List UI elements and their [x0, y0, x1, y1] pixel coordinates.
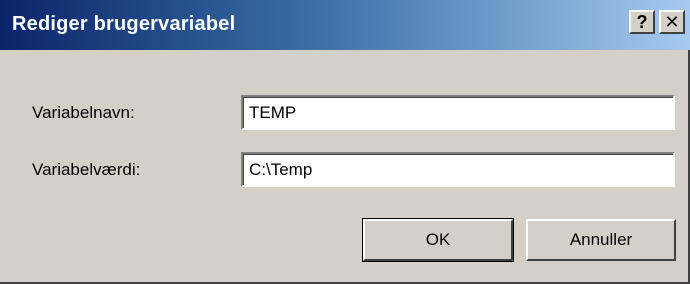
- ok-button[interactable]: OK: [362, 218, 514, 262]
- variable-value-label: Variabelværdi:: [32, 160, 141, 179]
- title-bar[interactable]: Rediger brugervariabel ? ✕: [0, 0, 690, 50]
- help-button[interactable]: ?: [629, 10, 655, 34]
- edit-user-variable-dialog: Rediger brugervariabel ? ✕ Variabelnavn:…: [0, 0, 690, 284]
- close-icon: ✕: [664, 12, 680, 32]
- close-button[interactable]: ✕: [659, 10, 685, 34]
- help-icon: ?: [636, 12, 648, 32]
- variable-value-input[interactable]: [241, 152, 675, 187]
- cancel-button[interactable]: Annuller: [526, 219, 676, 261]
- variable-name-input[interactable]: [241, 95, 675, 130]
- variable-name-label: Variabelnavn:: [32, 103, 135, 122]
- window-title: Rediger brugervariabel: [12, 13, 236, 35]
